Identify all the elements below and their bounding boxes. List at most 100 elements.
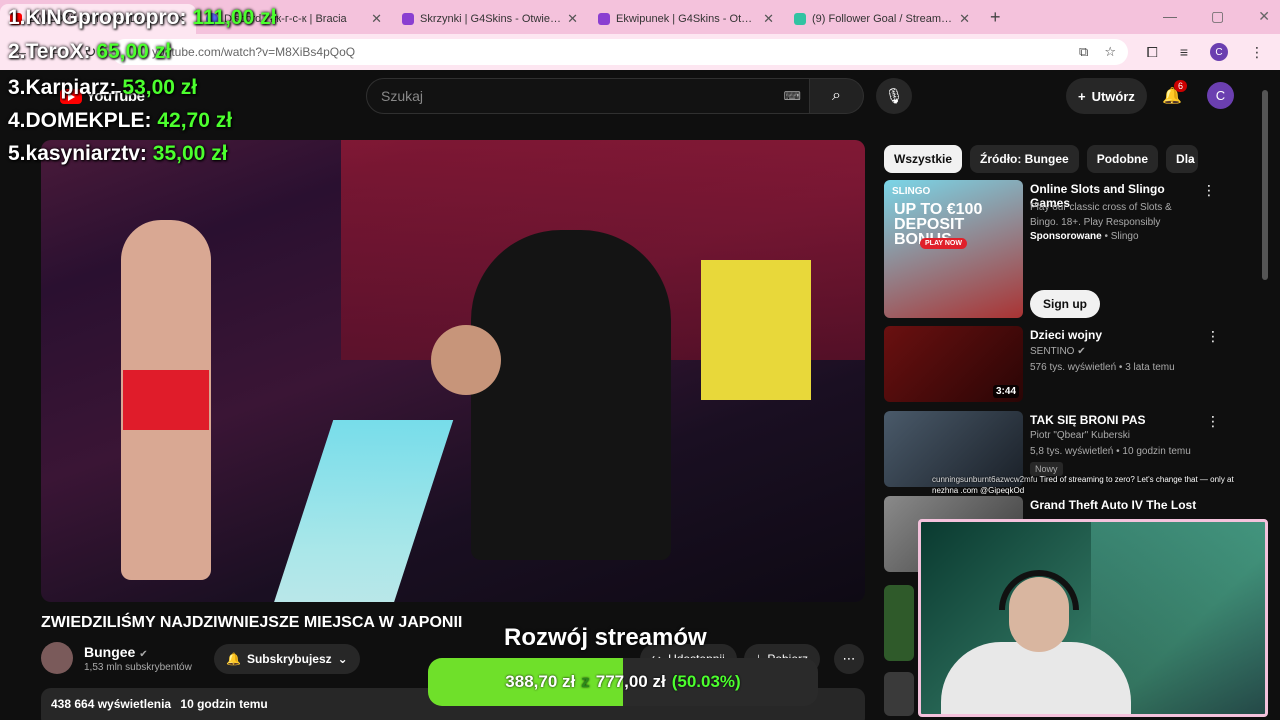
video-scene-shorts	[123, 370, 209, 430]
video-scene-neon-bar	[248, 420, 454, 602]
rec-menu-kebab-icon[interactable]: ⋮	[1206, 413, 1220, 430]
donor-amount: 35,00 zł	[152, 142, 228, 165]
goal-target: 777,00 zł	[595, 672, 666, 691]
ad-sponsored-line: Sponsorowane • Slingo	[1030, 231, 1139, 242]
tab-streamlabs[interactable]: (9) Follower Goal / Streamlabs ✕	[784, 4, 980, 34]
tab-g4skins-cases[interactable]: Skrzynki | G4Skins - Otwieraj sk ✕	[392, 4, 588, 34]
subscribe-button[interactable]: 🔔 Subskrybujesz ⌄	[214, 644, 360, 674]
microphone-icon: 🎙	[884, 88, 904, 105]
menu-kebab-icon[interactable]: ⋮	[1250, 44, 1264, 61]
goal-percent: (50.03%)	[671, 672, 741, 691]
verified-icon: ✔	[1077, 346, 1086, 357]
subscriber-count: 1,53 mln subskrybentów	[84, 662, 192, 673]
close-tab-icon[interactable]: ✕	[567, 11, 578, 27]
url-field[interactable]: youtube.com/watch?v=M8XiBs4pQoQ ⧉ ☆	[112, 39, 1128, 65]
account-avatar[interactable]: C	[1207, 82, 1234, 109]
ad-menu-kebab-icon[interactable]: ⋮	[1202, 182, 1216, 199]
bookmark-star-icon[interactable]: ☆	[1104, 44, 1116, 60]
url-text: youtube.com/watch?v=M8XiBs4pQoQ	[152, 45, 356, 59]
close-window-icon[interactable]: ✕	[1258, 8, 1270, 25]
extensions-icon[interactable]: ⧠	[1147, 44, 1158, 61]
streamlabs-favicon-icon	[794, 13, 806, 25]
search-input[interactable]: Szukaj ⌨	[366, 78, 810, 114]
rec-channel-text: SENTINO	[1030, 346, 1075, 357]
create-button[interactable]: + Utwórz	[1066, 78, 1147, 114]
chip-all[interactable]: Wszystkie	[884, 145, 963, 173]
voice-search-button[interactable]: 🎙	[876, 78, 912, 114]
rec-thumbnail[interactable]	[884, 585, 914, 661]
rec-title[interactable]: Grand Theft Auto IV The Lost	[1030, 498, 1200, 512]
rec-channel[interactable]: Piotr "Qbear" Kuberski	[1030, 430, 1130, 441]
rec-menu-kebab-icon[interactable]: ⋮	[1206, 328, 1220, 345]
browser-addressbar: ← → ↻ youtube.com/watch?v=M8XiBs4pQoQ ⧉ …	[0, 34, 1280, 70]
donor-label: 1.KINGpropropro:	[8, 6, 187, 29]
chevron-right-icon[interactable]: ›	[1190, 150, 1195, 166]
goal-title: Rozwój streamów	[504, 624, 707, 651]
profile-avatar[interactable]: C	[1210, 43, 1228, 61]
donor-row: 3.Karpiarz: 53,00 zł	[8, 76, 197, 100]
donor-amount: 53,00 zł	[122, 76, 198, 99]
donor-amount: 65,00 zł	[96, 40, 172, 63]
goal-current: 388,70 zł	[505, 672, 576, 691]
video-title: ZWIEDZILIŚMY NAJDZIWNIEJSZE MIEJSCA W JA…	[41, 614, 463, 631]
view-count: 438 664 wyświetlenia	[51, 697, 172, 711]
rec-thumbnail[interactable]: 3:44	[884, 326, 1023, 402]
minimize-icon[interactable]: —	[1163, 8, 1177, 25]
rec-title[interactable]: TAK SIĘ BRONI PAS	[1030, 413, 1200, 427]
rec-title[interactable]: Dzieci wojny	[1030, 328, 1200, 342]
search-placeholder: Szukaj	[381, 88, 424, 104]
chat-username: cunningsunburnt6azwcw2mfu	[932, 475, 1038, 484]
video-scene-man	[471, 230, 671, 560]
maximize-icon[interactable]: ▢	[1211, 8, 1224, 25]
video-player[interactable]	[41, 140, 865, 602]
more-horizontal-icon: ⋯	[842, 651, 856, 666]
omnibox-icons: ⧉ ☆	[1079, 44, 1116, 60]
new-tab-icon[interactable]: +	[990, 7, 1001, 28]
more-actions-button[interactable]: ⋯	[834, 644, 864, 674]
search-button[interactable]: ⌕	[810, 78, 864, 114]
chevron-down-icon: ⌄	[337, 652, 348, 666]
donor-row: 1.KINGpropropro: 111,00 zł	[8, 6, 276, 30]
chip-from-channel[interactable]: Źródło: Bungee	[970, 145, 1079, 173]
browser-toolbar: ⧠ ≡ C ⋮	[1147, 43, 1264, 61]
headset-icon	[999, 570, 1079, 610]
bell-icon: 🔔	[226, 652, 241, 666]
channel-name[interactable]: Bungee ✔	[84, 644, 148, 660]
channel-name-text: Bungee	[84, 644, 136, 660]
create-label: Utwórz	[1091, 88, 1135, 104]
media-icon[interactable]: ≡	[1180, 44, 1188, 60]
advertiser-name: Slingo	[1110, 231, 1139, 242]
donor-label: 4.DOMEKPLE:	[8, 109, 152, 132]
filter-chips: Wszystkie Źródło: Bungee Podobne Dla	[884, 145, 1199, 173]
verified-icon: ✔	[139, 649, 148, 660]
chip-related[interactable]: Podobne	[1086, 145, 1159, 173]
donor-row: 4.DOMEKPLE: 42,70 zł	[8, 109, 232, 133]
tab-g4skins-inventory[interactable]: Ekwipunek | G4Skins - Otwieraj ✕	[588, 4, 784, 34]
channel-avatar[interactable]	[41, 642, 73, 674]
g4skins-favicon-icon	[598, 13, 610, 25]
plus-icon: +	[1078, 88, 1086, 104]
rec-meta: 5,8 tys. wyświetleń • 10 godzin temu	[1030, 446, 1191, 457]
ad-brand: SLINGO	[892, 186, 931, 197]
close-tab-icon[interactable]: ✕	[959, 11, 970, 27]
cast-icon[interactable]: ⧉	[1079, 44, 1088, 60]
notifications-button[interactable]: 🔔 6	[1162, 80, 1188, 106]
close-tab-icon[interactable]: ✕	[371, 11, 382, 27]
notification-count-badge: 6	[1174, 80, 1188, 92]
keyboard-icon[interactable]: ⌨	[784, 89, 801, 103]
stream-screen: ZWIEDZILIŚMY NAJDZ... ✕ Discord | #к-г-с…	[0, 0, 1280, 720]
webcam-overlay	[918, 519, 1268, 717]
tab-title: Ekwipunek | G4Skins - Otwieraj	[616, 13, 758, 25]
goal-progress-bar: 388,70 zł z 777,00 zł (50.03%)	[428, 658, 818, 706]
scrollbar-thumb[interactable]	[1262, 90, 1268, 280]
duration-badge: 3:44	[992, 385, 1019, 398]
signup-button[interactable]: Sign up	[1030, 290, 1100, 318]
ad-thumbnail[interactable]: SLINGO UP TO €100 DEPOSIT BONUS PLAY NOW	[884, 180, 1023, 318]
close-tab-icon[interactable]: ✕	[763, 11, 774, 27]
ad-cta: PLAY NOW	[920, 238, 967, 249]
ad-description: Play our classic cross of Slots & Bingo.…	[1030, 202, 1172, 228]
webcam-streamer-body	[941, 642, 1131, 714]
rec-meta: 576 tys. wyświetleń • 3 lata temu	[1030, 362, 1175, 373]
rec-thumbnail[interactable]	[884, 672, 914, 716]
rec-channel[interactable]: SENTINO ✔	[1030, 346, 1086, 357]
